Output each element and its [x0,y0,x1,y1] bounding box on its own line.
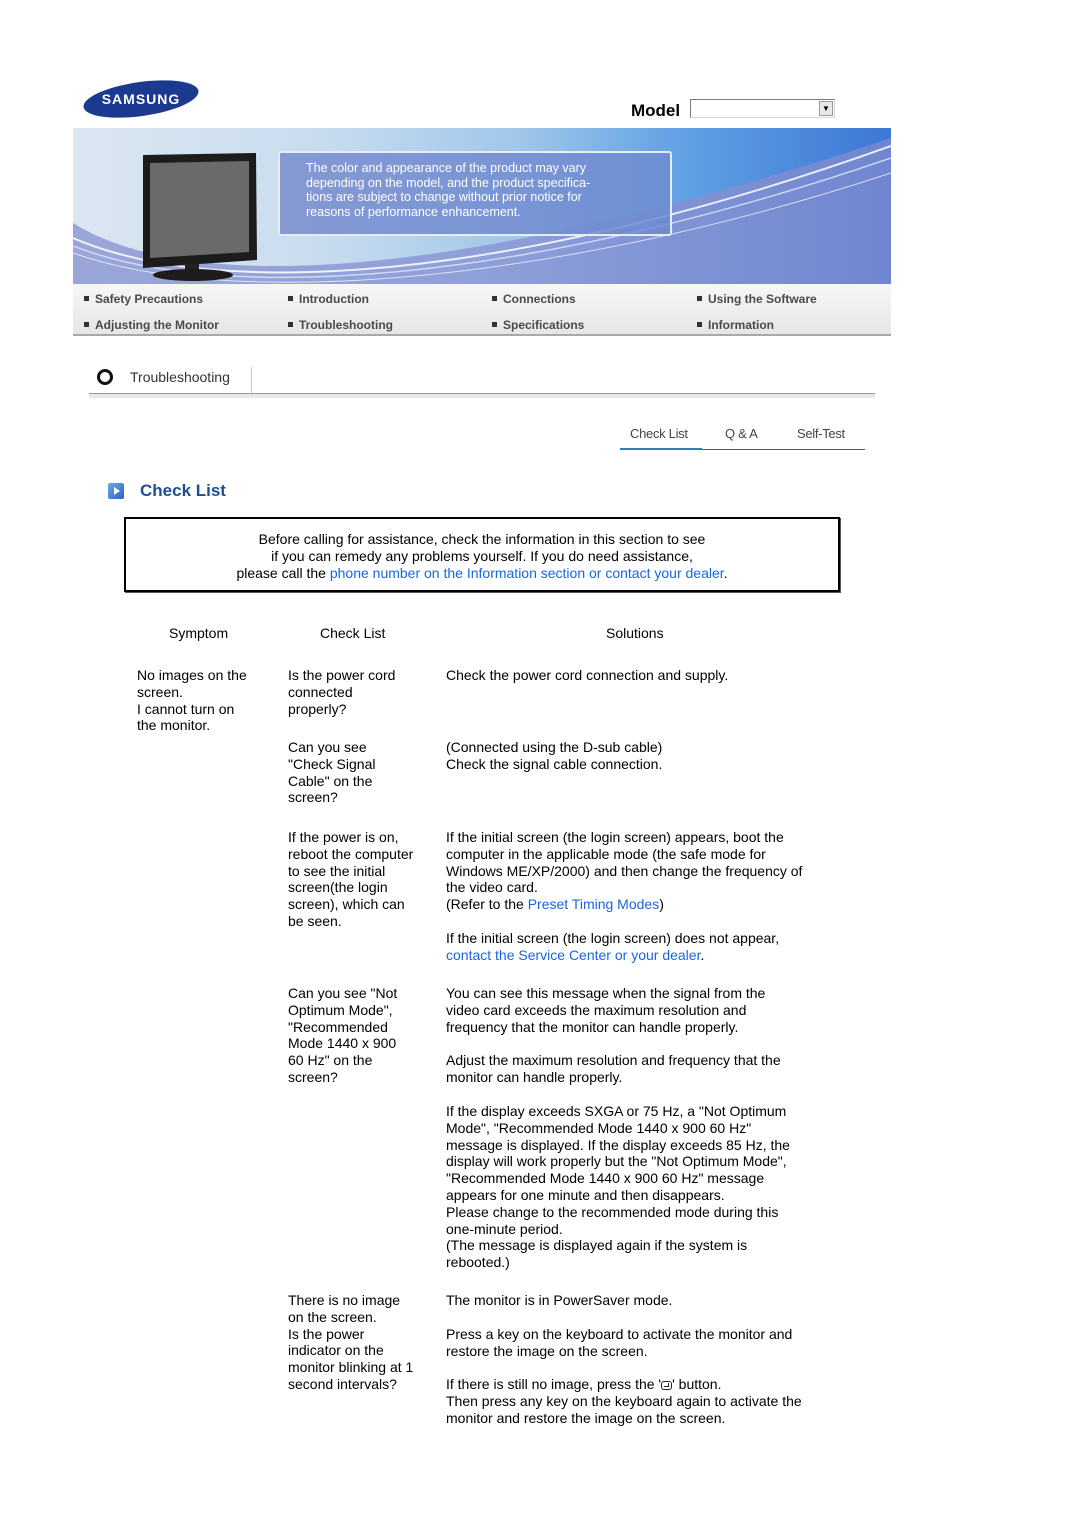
preset-timing-modes-link[interactable]: Preset Timing Modes [528,896,660,912]
nav-item-troubleshooting[interactable]: Troubleshooting [288,318,393,332]
bullet-icon [697,322,702,327]
bullet-icon [492,322,497,327]
bullet-icon [84,296,89,301]
solution-cell: The monitor is in PowerSaver mode. Press… [446,1292,802,1426]
notice-line: reasons of performance enhancement. [306,204,521,219]
intro-line: if you can remedy any problems yourself.… [271,548,693,564]
model-label: Model [631,101,681,120]
section-circle-icon [97,369,113,385]
notice-line: The color and appearance of the product … [306,161,587,175]
check-cell: There is no image on the screen. Is the po… [288,1292,414,1392]
nav-item-connections[interactable]: Connections [492,292,576,306]
solution-cell: You can see this message when the signal… [446,985,790,1271]
source-enter-icon [661,1381,673,1391]
tab-active-indicator [620,448,702,450]
nav-item-safety-precautions[interactable]: Safety Precautions [84,292,203,306]
bullet-icon [288,296,293,301]
solution-cell: (Connected using the D-sub cable) Check t… [446,739,663,772]
samsung-logo: SAMSUNG [82,79,200,119]
section-divider [251,367,252,393]
tab-underline [702,449,865,450]
section-title: Troubleshooting [130,369,230,385]
tab-q-and-a[interactable]: Q & A [725,426,758,441]
model-select[interactable]: ▼ [690,99,835,118]
solution-cell: If the initial screen (the login screen)… [446,829,803,963]
bullet-icon [492,296,497,301]
nav-item-specifications[interactable]: Specifications [492,318,584,332]
tab-self-test[interactable]: Self-Test [797,426,845,441]
intro-line: Before calling for assistance, check the… [258,531,706,547]
check-cell: Can you see "Check Signal Cable" on the scr… [288,739,376,806]
bullet-icon [84,322,89,327]
notice-line: tions are subject to change without prio… [306,190,582,204]
tab-check-list[interactable]: Check List [630,426,688,441]
play-arrow-icon [108,483,124,499]
section-rule-shadow [89,394,875,398]
check-cell: Can you see "Not Optimum Mode", "Recommend… [288,985,398,1085]
nav-item-using-the-software[interactable]: Using the Software [697,292,817,306]
column-header-solutions: Solutions [606,625,664,641]
bullet-icon [288,322,293,327]
nav-item-introduction[interactable]: Introduction [288,292,369,306]
solution-cell: Check the power cord connection and supp… [446,667,729,683]
check-cell: If the power is on, reboot the computer to… [288,829,414,929]
nav-item-adjusting-the-monitor[interactable]: Adjusting the Monitor [84,318,219,332]
column-header-check-list: Check List [320,625,386,641]
check-cell: Is the power cord connected properly? [288,667,396,717]
symptom-cell: No images on the screen. I cannot turn on… [137,667,247,734]
main-nav: Safety Precautions Introduction Connecti… [73,284,891,336]
svg-text:SAMSUNG: SAMSUNG [102,91,181,107]
product-notice: The color and appearance of the product … [278,151,672,236]
monitor-image [143,153,257,281]
notice-line: depending on the model, and the product … [306,175,591,190]
chevron-down-icon[interactable]: ▼ [819,101,833,116]
column-header-symptom: Symptom [169,625,229,641]
intro-line: please call the phone number on the Info… [236,565,728,581]
contact-info-link[interactable]: phone number on the Information section … [330,565,724,581]
nav-item-information[interactable]: Information [697,318,774,332]
product-banner: The color and appearance of the product … [73,128,891,284]
page-title: Check List [140,481,226,500]
intro-notice-box: Before calling for assistance, check the… [124,517,840,592]
bullet-icon [697,296,702,301]
service-center-link[interactable]: contact the Service Center or your deale… [446,947,700,963]
